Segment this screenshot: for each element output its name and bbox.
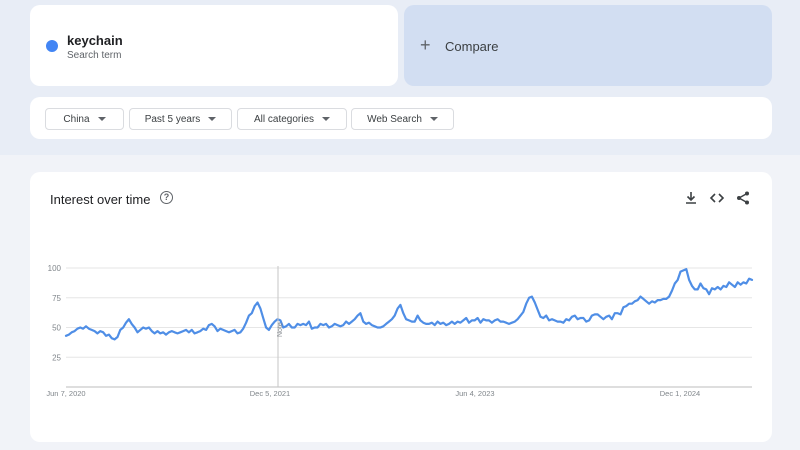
y-tick-label: 75 xyxy=(52,294,61,303)
chevron-down-icon xyxy=(97,117,106,121)
category-dropdown[interactable]: All categories xyxy=(237,108,347,130)
compare-label: Compare xyxy=(445,39,499,54)
series-line-keychain[interactable] xyxy=(64,268,754,341)
compare-button[interactable]: + Compare xyxy=(404,5,772,86)
y-tick-label: 100 xyxy=(48,264,62,273)
search-term-card[interactable]: keychain Search term xyxy=(30,5,398,86)
period-dropdown[interactable]: Past 5 years xyxy=(129,108,232,130)
x-tick-label: Jun 7, 2020 xyxy=(46,389,85,398)
period-dropdown-label: Past 5 years xyxy=(144,113,201,125)
search-type-dropdown-label: Web Search xyxy=(367,113,422,125)
plus-icon: + xyxy=(420,35,431,55)
category-dropdown-label: All categories xyxy=(253,113,315,125)
y-tick-label: 50 xyxy=(52,324,61,333)
x-tick-label: Jun 4, 2023 xyxy=(455,389,494,398)
interest-over-time-panel: Interest over time ? 100 75 50 25 Jun 7, 20… xyxy=(30,172,772,442)
interest-chart: 100 75 50 25 Jun 7, 2020 Dec 5, 2021 Jun 4, 2… xyxy=(46,264,754,398)
search-term-subtitle: Search term xyxy=(67,50,122,61)
search-term-name[interactable]: keychain xyxy=(67,33,123,48)
x-tick-label: Dec 1, 2024 xyxy=(660,389,700,398)
series-color-dot xyxy=(46,40,58,52)
annotation-note[interactable]: Note xyxy=(277,322,284,337)
x-tick-label: Dec 5, 2021 xyxy=(250,389,290,398)
search-type-dropdown[interactable]: Web Search xyxy=(351,108,454,130)
y-tick-label: 25 xyxy=(52,353,61,362)
region-dropdown-label: China xyxy=(63,113,90,125)
filter-bar: China Past 5 years All categories Web Se… xyxy=(30,97,772,139)
chevron-down-icon xyxy=(322,117,331,121)
chevron-down-icon xyxy=(429,117,438,121)
chevron-down-icon xyxy=(208,117,217,121)
region-dropdown[interactable]: China xyxy=(45,108,124,130)
